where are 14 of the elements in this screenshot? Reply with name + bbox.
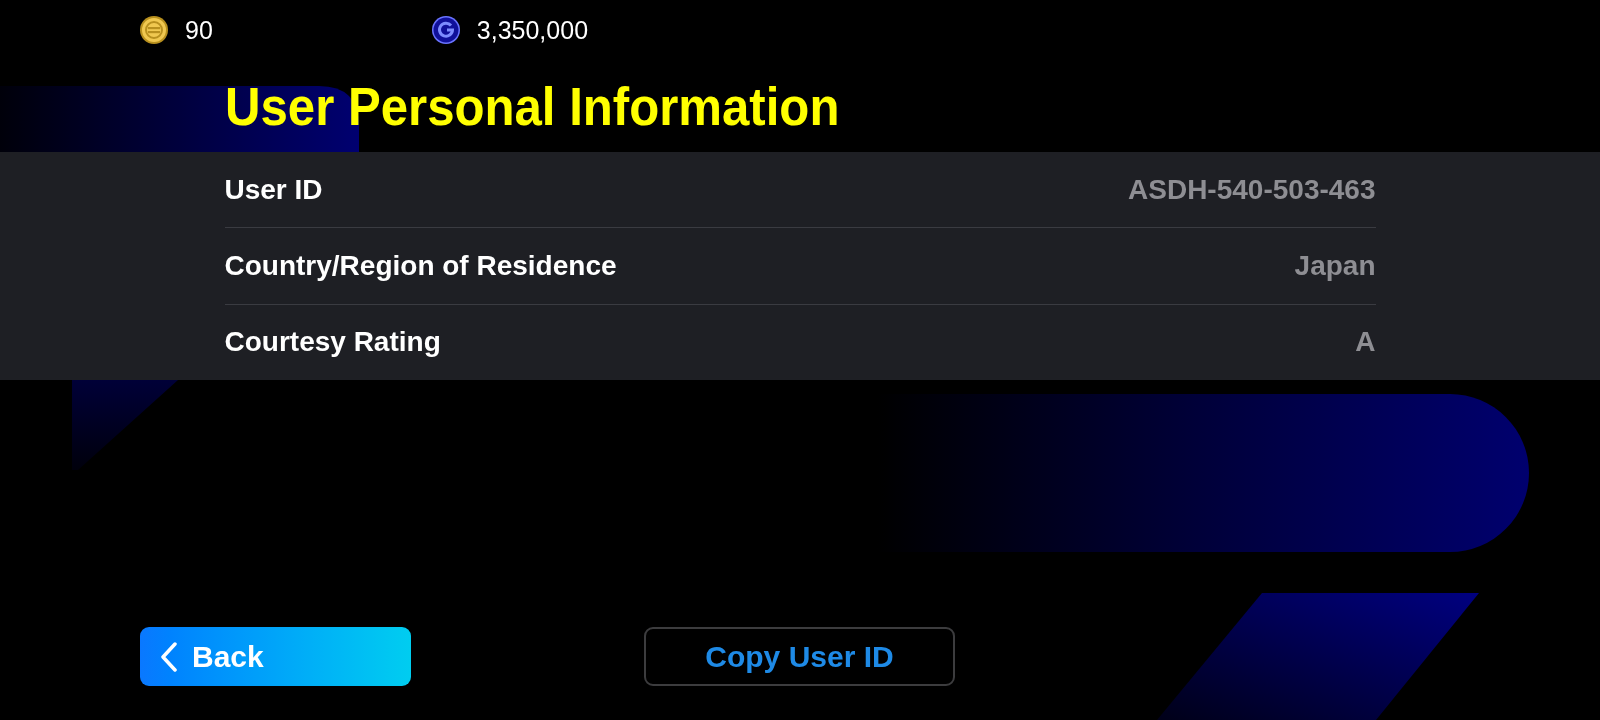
back-button[interactable]: Back — [140, 627, 411, 686]
page-title: User Personal Information — [225, 79, 840, 133]
field-label: Country/Region of Residence — [224, 252, 617, 280]
chevron-left-icon — [160, 641, 178, 672]
currency-amount: 90 — [185, 17, 213, 43]
field-value: A — [1355, 328, 1376, 357]
copy-id-button[interactable]: Copy User ID — [644, 627, 955, 686]
field-value: ASDH-540-503-463 — [1128, 175, 1376, 204]
currency-amount: 3,350,000 — [476, 17, 589, 43]
coin-icon — [430, 15, 461, 45]
field-value: Japan — [1294, 252, 1376, 280]
field-label: Courtesy Rating — [224, 328, 441, 357]
coin-icon — [139, 15, 169, 45]
field-label: User ID — [224, 175, 323, 204]
